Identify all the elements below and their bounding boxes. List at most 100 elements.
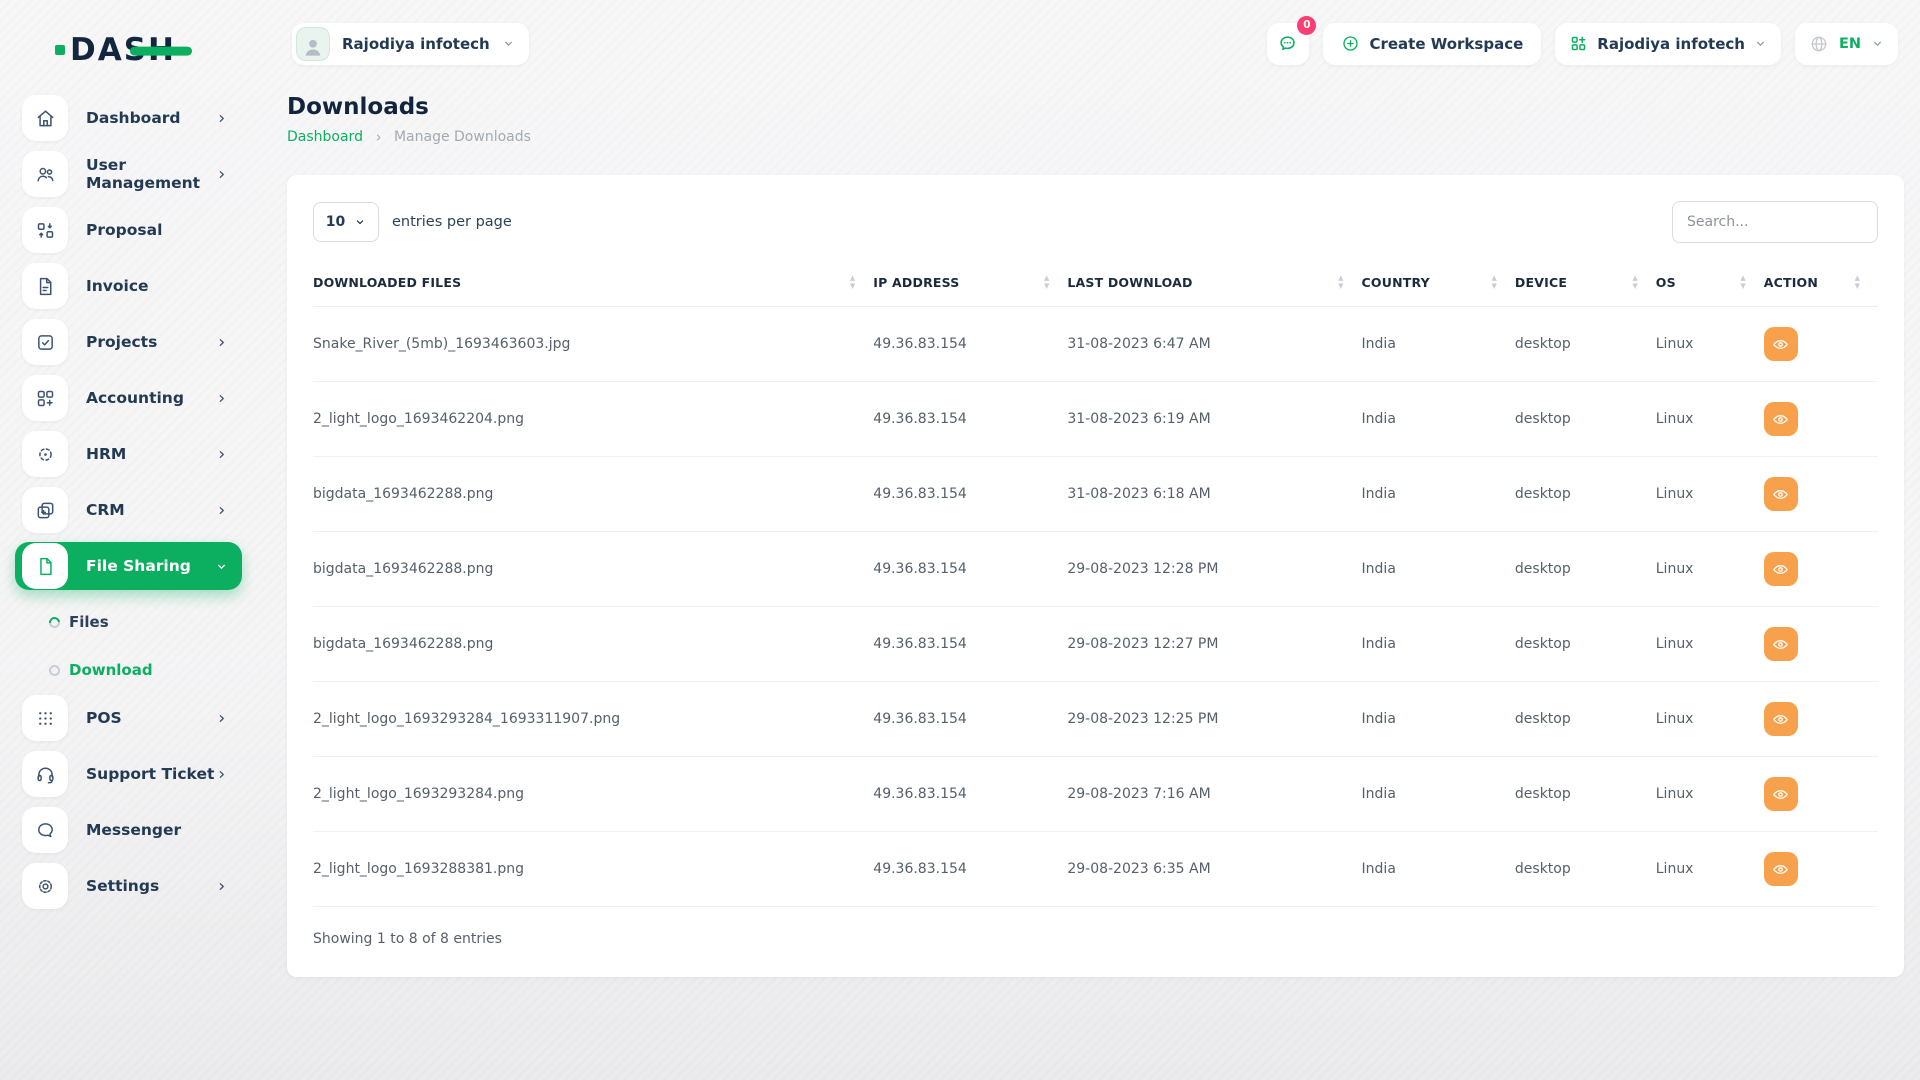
view-action-button[interactable] bbox=[1764, 477, 1798, 511]
sidebar: DASH Dashboard User Management Proposal Inv… bbox=[0, 0, 258, 1080]
pos-icon bbox=[22, 695, 68, 741]
messages-button[interactable]: 0 bbox=[1267, 23, 1309, 65]
column-header-ip-address[interactable]: IP ADDRESS▲▼ bbox=[873, 269, 1067, 307]
create-workspace-button[interactable]: Create Workspace bbox=[1323, 23, 1541, 65]
topbar: Rajodiya infotech 0 Create Workspace Raj… bbox=[258, 0, 1920, 72]
sort-arrows-icon[interactable]: ▲▼ bbox=[1338, 275, 1343, 290]
chevron-right-icon bbox=[215, 712, 228, 725]
chevron-down-icon bbox=[1871, 37, 1884, 50]
messenger-icon bbox=[22, 807, 68, 853]
chevron-right-icon bbox=[373, 132, 384, 143]
sort-arrows-icon[interactable]: ▲▼ bbox=[1740, 275, 1745, 290]
column-header-country[interactable]: COUNTRY ▲▼ bbox=[1362, 269, 1515, 307]
sidebar-item-label: User Management bbox=[86, 156, 215, 192]
column-header-inner: DEVICE ▲▼ bbox=[1515, 275, 1644, 290]
sidebar-item-crm[interactable]: CRM bbox=[15, 486, 242, 534]
cell-action bbox=[1764, 307, 1878, 382]
cell-file: bigdata_1693462288.png bbox=[313, 457, 873, 532]
sort-arrows-icon[interactable]: ▲▼ bbox=[1492, 275, 1497, 290]
view-action-button[interactable] bbox=[1764, 402, 1798, 436]
sidebar-item-label: File Sharing bbox=[86, 557, 215, 575]
sidebar-subitem-label: Download bbox=[69, 661, 153, 679]
cell-ip: 49.36.83.154 bbox=[873, 457, 1067, 532]
cell-action bbox=[1764, 457, 1878, 532]
sidebar-item-hrm[interactable]: HRM bbox=[15, 430, 242, 478]
cell-ip: 49.36.83.154 bbox=[873, 682, 1067, 757]
workspace-dropdown[interactable]: Rajodiya infotech bbox=[1555, 23, 1781, 65]
view-action-button[interactable] bbox=[1764, 702, 1798, 736]
cell-ip: 49.36.83.154 bbox=[873, 757, 1067, 832]
sidebar-item-pos[interactable]: POS bbox=[15, 694, 242, 742]
cell-action bbox=[1764, 757, 1878, 832]
view-action-button[interactable] bbox=[1764, 627, 1798, 661]
column-header-last-download[interactable]: LAST DOWNLOAD▲▼ bbox=[1067, 269, 1361, 307]
chevron-right-icon bbox=[215, 336, 228, 349]
projects-icon bbox=[22, 319, 68, 365]
cell-country: India bbox=[1362, 307, 1515, 382]
sidebar-item-support-ticket[interactable]: Support Ticket bbox=[15, 750, 242, 798]
entries-per-page-select[interactable]: 10 bbox=[313, 202, 379, 242]
column-label: COUNTRY bbox=[1362, 275, 1430, 290]
sidebar-subitem-download[interactable]: Download bbox=[0, 646, 258, 694]
home-icon bbox=[22, 95, 68, 141]
cell-device: desktop bbox=[1515, 532, 1656, 607]
workspace-name: Rajodiya infotech bbox=[342, 35, 490, 53]
sidebar-item-invoice[interactable]: Invoice bbox=[15, 262, 242, 310]
search-input[interactable] bbox=[1672, 201, 1878, 243]
cell-country: India bbox=[1362, 382, 1515, 457]
view-action-button[interactable] bbox=[1764, 552, 1798, 586]
sidebar-item-dashboard[interactable]: Dashboard bbox=[15, 94, 242, 142]
sidebar-subitem-files[interactable]: Files bbox=[0, 598, 258, 646]
table-body: Snake_River_(5mb)_1693463603.jpg49.36.83… bbox=[313, 307, 1878, 907]
table-controls: 10 entries per page bbox=[313, 201, 1878, 243]
sidebar-item-file-sharing[interactable]: File Sharing bbox=[15, 542, 242, 590]
sort-arrows-icon[interactable]: ▲▼ bbox=[1044, 275, 1049, 290]
sidebar-nav: Dashboard User Management Proposal Invoice P… bbox=[0, 86, 258, 910]
column-label: ACTION bbox=[1764, 275, 1818, 290]
sidebar-item-projects[interactable]: Projects bbox=[15, 318, 242, 366]
view-action-button[interactable] bbox=[1764, 327, 1798, 361]
column-header-inner: ACTION ▲▼ bbox=[1764, 275, 1866, 290]
column-header-downloaded-files[interactable]: DOWNLOADED FILES▲▼ bbox=[313, 269, 873, 307]
column-header-action[interactable]: ACTION ▲▼ bbox=[1764, 269, 1878, 307]
cell-device: desktop bbox=[1515, 607, 1656, 682]
column-header-inner: OS▲▼ bbox=[1656, 275, 1752, 290]
sort-arrows-icon[interactable]: ▲▼ bbox=[1632, 275, 1637, 290]
language-code: EN bbox=[1839, 36, 1861, 52]
sidebar-item-proposal[interactable]: Proposal bbox=[15, 206, 242, 254]
cell-os: Linux bbox=[1656, 607, 1764, 682]
cell-file: Snake_River_(5mb)_1693463603.jpg bbox=[313, 307, 873, 382]
avatar bbox=[296, 27, 330, 61]
language-selector[interactable]: EN bbox=[1795, 23, 1898, 65]
table-row: 2_light_logo_1693462204.png49.36.83.1543… bbox=[313, 382, 1878, 457]
sidebar-item-label: Settings bbox=[86, 877, 215, 895]
sort-arrows-icon[interactable]: ▲▼ bbox=[1855, 275, 1860, 290]
chevron-right-icon bbox=[215, 392, 228, 405]
view-action-button[interactable] bbox=[1764, 777, 1798, 811]
table-row: bigdata_1693462288.png49.36.83.15429-08-… bbox=[313, 532, 1878, 607]
workspace-selector[interactable]: Rajodiya infotech bbox=[292, 23, 529, 65]
column-header-inner: LAST DOWNLOAD▲▼ bbox=[1067, 275, 1349, 290]
workspace-dropdown-label: Rajodiya infotech bbox=[1597, 35, 1745, 53]
crm-icon bbox=[22, 487, 68, 533]
cell-ip: 49.36.83.154 bbox=[873, 532, 1067, 607]
cell-action bbox=[1764, 607, 1878, 682]
table-header: DOWNLOADED FILES▲▼IP ADDRESS▲▼LAST DOWNL… bbox=[313, 269, 1878, 307]
chevron-right-icon bbox=[215, 168, 228, 181]
cell-country: India bbox=[1362, 757, 1515, 832]
sort-arrows-icon[interactable]: ▲▼ bbox=[850, 275, 855, 290]
sidebar-item-messenger[interactable]: Messenger bbox=[15, 806, 242, 854]
sidebar-item-user-management[interactable]: User Management bbox=[15, 150, 242, 198]
view-action-button[interactable] bbox=[1764, 852, 1798, 886]
breadcrumb-dashboard-link[interactable]: Dashboard bbox=[287, 129, 363, 145]
brand-logo[interactable]: DASH bbox=[0, 14, 258, 86]
cell-action bbox=[1764, 532, 1878, 607]
column-header-os[interactable]: OS▲▼ bbox=[1656, 269, 1764, 307]
column-header-device[interactable]: DEVICE ▲▼ bbox=[1515, 269, 1656, 307]
column-label: DEVICE bbox=[1515, 275, 1567, 290]
sidebar-item-settings[interactable]: Settings bbox=[15, 862, 242, 910]
cell-ip: 49.36.83.154 bbox=[873, 307, 1067, 382]
breadcrumb: Dashboard Manage Downloads bbox=[287, 129, 1904, 145]
sidebar-item-accounting[interactable]: Accounting bbox=[15, 374, 242, 422]
table-row: 2_light_logo_1693288381.png49.36.83.1542… bbox=[313, 832, 1878, 907]
